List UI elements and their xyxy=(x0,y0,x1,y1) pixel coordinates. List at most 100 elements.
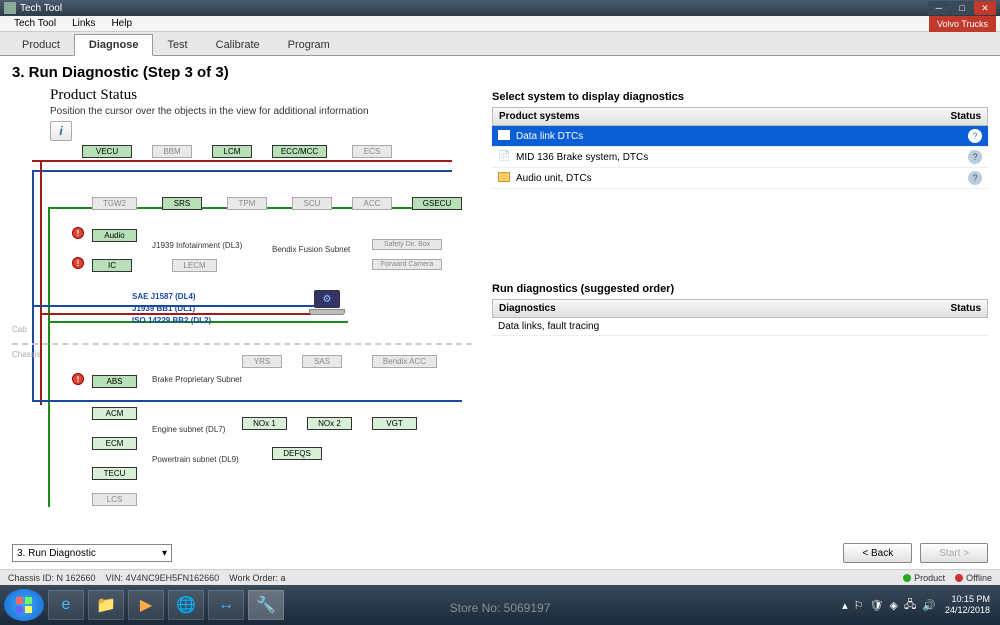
node-camera[interactable]: Forward Camera xyxy=(372,259,442,270)
menu-links[interactable]: Links xyxy=(64,18,103,29)
tab-test[interactable]: Test xyxy=(153,35,201,55)
tray-network-icon[interactable]: 🖧 xyxy=(904,596,916,615)
tray-date: 24/12/2018 xyxy=(945,605,990,616)
node-tecu[interactable]: TECU xyxy=(92,467,137,480)
taskbar-teamviewer[interactable]: ↔ xyxy=(208,590,244,620)
menu-techtool[interactable]: Tech Tool xyxy=(6,18,64,29)
node-bbm[interactable]: BBM xyxy=(152,145,192,158)
node-ic[interactable]: IC xyxy=(92,259,132,272)
node-defqs[interactable]: DEFQS xyxy=(272,447,322,460)
system-row-brake[interactable]: 📄 MID 136 Brake system, DTCs ? xyxy=(492,147,988,168)
node-lcs[interactable]: LCS xyxy=(92,493,137,506)
tab-calibrate[interactable]: Calibrate xyxy=(202,35,274,55)
label-bb1: J1939 BB1 (DL1) xyxy=(132,304,195,313)
diag-header-col1: Diagnostics xyxy=(499,303,931,314)
product-status-dot xyxy=(903,574,911,582)
tray-volume-icon[interactable]: 🔊 xyxy=(922,599,936,612)
node-ecs[interactable]: ECS xyxy=(352,145,392,158)
node-audio[interactable]: Audio xyxy=(92,229,137,242)
node-scu[interactable]: SCU xyxy=(292,197,332,210)
node-vecu[interactable]: VECU xyxy=(82,145,132,158)
node-sas[interactable]: SAS xyxy=(302,355,342,368)
offline-status-dot xyxy=(955,574,963,582)
node-gsecu[interactable]: GSECU xyxy=(412,197,462,210)
system-row-datalink[interactable]: Data link DTCs ? xyxy=(492,126,988,147)
folder-icon xyxy=(498,130,512,142)
node-bendixacc[interactable]: Bendix ACC xyxy=(372,355,437,368)
node-yrs[interactable]: YRS xyxy=(242,355,282,368)
app-icon xyxy=(4,2,16,14)
taskbar-ie[interactable]: e xyxy=(48,590,84,620)
back-button[interactable]: < Back xyxy=(843,543,912,563)
tray-flag-icon[interactable]: ⚐ xyxy=(854,599,864,612)
node-tpm[interactable]: TPM xyxy=(227,197,267,210)
right-panel: Select system to display diagnostics Pro… xyxy=(492,87,988,537)
chevron-down-icon: ▾ xyxy=(162,548,167,559)
node-acm[interactable]: ACM xyxy=(92,407,137,420)
tab-diagnose[interactable]: Diagnose xyxy=(74,34,154,56)
systems-header-col1: Product systems xyxy=(499,111,931,122)
maximize-button[interactable]: □ xyxy=(951,1,973,15)
diag-row[interactable]: Data links, fault tracing xyxy=(492,318,988,336)
taskbar-chrome[interactable]: 🌐 xyxy=(168,590,204,620)
system-row-audio[interactable]: Audio unit, DTCs ? xyxy=(492,168,988,189)
status-vin: VIN: 4V4NC9EH5FN162660 xyxy=(106,573,220,583)
taskbar-media[interactable]: ▶ xyxy=(128,590,164,620)
node-abs[interactable]: ABS xyxy=(92,375,137,388)
info-button[interactable]: i xyxy=(50,121,72,141)
error-ic-icon: ! xyxy=(72,257,84,269)
run-diagnostics-title: Run diagnostics (suggested order) xyxy=(492,283,988,295)
statusbar: Chassis ID: N 162660 VIN: 4V4NC9EH5FN162… xyxy=(0,569,1000,585)
tray-time: 10:15 PM xyxy=(945,594,990,605)
node-nox2[interactable]: NOx 2 xyxy=(307,417,352,430)
node-lecm[interactable]: LECM xyxy=(172,259,217,272)
menu-help[interactable]: Help xyxy=(103,18,140,29)
tabbar: Product Diagnose Test Calibrate Program xyxy=(0,32,1000,56)
product-status-title: Product Status xyxy=(50,87,482,104)
systems-header-col2: Status xyxy=(931,111,981,122)
step-dropdown[interactable]: 3. Run Diagnostic ▾ xyxy=(12,544,172,562)
system-tray: ▴ ⚐ 🛡 ◈ 🖧 🔊 10:15 PM 24/12/2018 xyxy=(839,594,996,616)
taskbar: e 📁 ▶ 🌐 ↔ 🔧 Store No: 5069197 ▴ ⚐ 🛡 ◈ 🖧 … xyxy=(0,585,1000,625)
label-bb2: ISO 14229 BB2 (DL2) xyxy=(132,316,211,325)
tab-product[interactable]: Product xyxy=(8,35,74,55)
module-icon: 📄 xyxy=(498,151,512,163)
window-title: Tech Tool xyxy=(20,3,62,14)
node-eccmcc[interactable]: ECC/MCC xyxy=(272,145,327,158)
label-infotainment: J1939 Infotainment (DL3) xyxy=(152,241,242,250)
node-tgw2[interactable]: TGW2 xyxy=(92,197,137,210)
product-status-subtitle: Position the cursor over the objects in … xyxy=(50,106,482,117)
tray-clock[interactable]: 10:15 PM 24/12/2018 xyxy=(945,594,990,616)
systems-header: Product systems Status xyxy=(492,107,988,126)
error-abs-icon: ! xyxy=(72,373,84,385)
content: 3. Run Diagnostic (Step 3 of 3) Product … xyxy=(0,56,1000,569)
label-cab: Cab xyxy=(12,325,27,334)
node-srs[interactable]: SRS xyxy=(162,197,202,210)
node-lcm[interactable]: LCM xyxy=(212,145,252,158)
taskbar-explorer[interactable]: 📁 xyxy=(88,590,124,620)
tray-shield-icon[interactable]: 🛡 xyxy=(870,599,884,612)
status-icon: ? xyxy=(932,171,982,185)
watermark: Store No: 5069197 xyxy=(450,601,551,615)
node-acc[interactable]: ACC xyxy=(352,197,392,210)
taskbar-techtool[interactable]: 🔧 xyxy=(248,590,284,620)
bottom-controls: 3. Run Diagnostic ▾ < Back Start > xyxy=(12,541,988,565)
system-label: Audio unit, DTCs xyxy=(516,173,932,184)
label-powertrain: Powertrain subnet (DL9) xyxy=(152,455,239,464)
error-audio-icon: ! xyxy=(72,227,84,239)
tray-tv-icon[interactable]: ◈ xyxy=(890,599,898,612)
diagram: VECU BBM LCM ECC/MCC ECS TGW2 SRS TPM SC… xyxy=(12,145,472,515)
node-safety[interactable]: Safety Dir. Box xyxy=(372,239,442,250)
close-button[interactable]: ✕ xyxy=(974,1,996,15)
node-vgt[interactable]: VGT xyxy=(372,417,417,430)
node-ecm[interactable]: ECM xyxy=(92,437,137,450)
system-label: MID 136 Brake system, DTCs xyxy=(516,152,932,163)
tab-program[interactable]: Program xyxy=(274,35,344,55)
label-sae: SAE J1587 (DL4) xyxy=(132,292,196,301)
node-nox1[interactable]: NOx 1 xyxy=(242,417,287,430)
start-button-win[interactable] xyxy=(4,589,44,621)
dropdown-label: 3. Run Diagnostic xyxy=(17,548,96,559)
minimize-button[interactable]: ─ xyxy=(928,1,950,15)
start-button[interactable]: Start > xyxy=(920,543,988,563)
tray-up-icon[interactable]: ▴ xyxy=(842,599,848,612)
